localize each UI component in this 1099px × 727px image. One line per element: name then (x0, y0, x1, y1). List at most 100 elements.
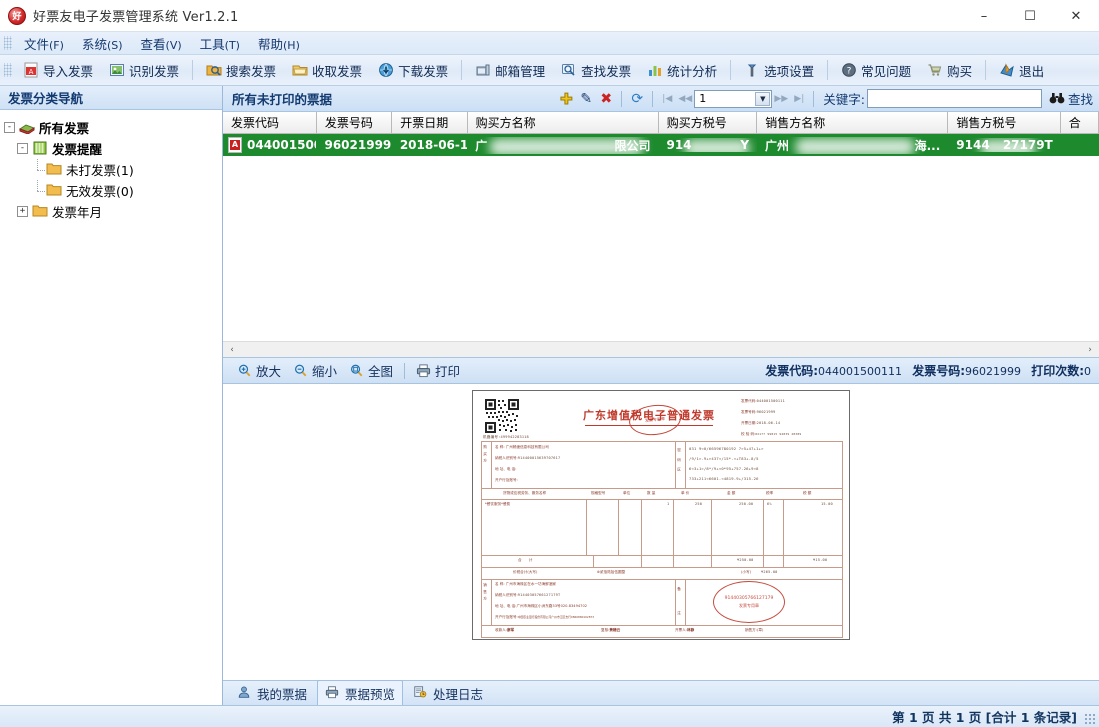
seller-row-addr-label: 地 址、电 话: (495, 604, 517, 608)
expander-icon[interactable]: - (4, 122, 15, 133)
toolbar-recognize-invoice[interactable]: 识别发票 (101, 58, 187, 83)
menu-help[interactable]: 帮助(H) (249, 31, 309, 56)
column-header-buyer-tax-id[interactable]: 购买方税号 (658, 112, 758, 134)
preview-canvas[interactable]: 广东增值税电子普通发票 发票专用章 机器编号:499942283118 发票代码… (223, 384, 1099, 680)
column-header-invoice-code[interactable]: 发票代码 (223, 112, 317, 134)
tab-bill-preview[interactable]: 票据预览 (317, 679, 404, 707)
tree-connector (32, 180, 46, 201)
scroll-right-arrow-icon[interactable]: › (1083, 345, 1097, 355)
toolbar-download-invoice[interactable]: 下载发票 (370, 58, 456, 83)
toolbar-statistics[interactable]: 统计分析 (639, 58, 725, 83)
prev-page-button[interactable]: ◀◀ (676, 90, 694, 108)
table-row[interactable]: 044001500111 96021999 2018-06-14 广 限公司 9… (223, 134, 1099, 156)
seller-row-taxid: 纳税人识别号:91440305766127179T (495, 593, 560, 598)
resize-grip-icon[interactable] (1084, 713, 1096, 725)
cell-buyer-name: 广 限公司 (467, 137, 658, 154)
maximize-button[interactable]: ☐ (1007, 0, 1053, 32)
first-page-button[interactable]: |◀ (658, 90, 676, 108)
column-header-invoice-date[interactable]: 开票日期 (392, 112, 468, 134)
item-col-price: 单 价 (681, 491, 690, 495)
menu-system[interactable]: 系统(S) (73, 31, 132, 56)
toolbar-buy[interactable]: 购买 (919, 58, 980, 83)
invoice-rule (491, 441, 492, 488)
toolbar-import-invoice-label: 导入发票 (43, 63, 94, 79)
minimize-button[interactable]: – (961, 0, 1007, 32)
keyword-input-wrap[interactable] (866, 89, 1042, 108)
chevron-down-icon[interactable]: ▼ (755, 91, 771, 106)
refresh-button[interactable]: ⟳ (627, 89, 647, 109)
zoom-out-button[interactable]: 缩小 (287, 359, 343, 382)
column-header-total[interactable]: 合 (1060, 112, 1099, 134)
column-header-seller-name[interactable]: 销售方名称 (757, 112, 949, 134)
toolbar-mailbox-manage[interactable]: 邮箱管理 (467, 58, 553, 83)
tree-connector (32, 159, 46, 180)
sidebar-item-unprinted-invoices[interactable]: 未打发票(1) (4, 159, 218, 180)
sidebar-item-unprinted-invoices-label: 未打发票(1) (66, 163, 134, 178)
column-header-invoice-number[interactable]: 发票号码 (316, 112, 393, 134)
toolbar-separator (652, 90, 654, 107)
total-label: 合 计 (518, 558, 536, 562)
page-number-combobox[interactable]: 1 ▼ (694, 89, 773, 108)
seller-row-bank: 开户行及账号:中国农业银行股份有限公司广州市江区支行0860880102873 (495, 615, 594, 620)
search-input[interactable] (867, 90, 1041, 107)
cell-invoice-date: 2018-06-14 (399, 138, 468, 152)
sidebar-item-invoice-by-month[interactable]: + 发票年月 (4, 201, 218, 222)
toolbar-find-invoice[interactable]: 查找发票 (553, 58, 639, 83)
toolbar-separator (813, 90, 815, 107)
close-x-icon: ✖ (600, 90, 613, 107)
toolbar-options[interactable]: 选项设置 (736, 58, 822, 83)
toolbar-search-invoice[interactable]: 搜索发票 (198, 58, 284, 83)
sidebar-item-invoice-reminder[interactable]: - 发票提醒 (4, 138, 218, 159)
fit-page-button[interactable]: 全图 (343, 359, 399, 382)
svg-text:?: ? (847, 67, 852, 77)
menu-file[interactable]: 文件(F) (15, 31, 73, 56)
header-field-date-label: 开票日期: (741, 421, 757, 425)
horizontal-scrollbar[interactable]: ‹ › (223, 341, 1099, 357)
tab-process-log[interactable]: 处理日志 (405, 680, 491, 707)
zoom-in-button[interactable]: 放大 (231, 359, 287, 382)
cipher-line-4: 733+211<6601-<4819-9+/315-26 (689, 476, 759, 481)
menu-tools[interactable]: 工具(T) (191, 31, 249, 56)
item-col-amount: 金 额 (727, 491, 736, 495)
next-page-button[interactable]: ▶▶ (772, 90, 790, 108)
last-page-button[interactable]: ▶| (790, 90, 808, 108)
invoice-rule (763, 499, 764, 567)
delete-record-button[interactable]: ✖ (596, 89, 616, 109)
toolbar-exit-label: 退出 (1019, 63, 1045, 79)
sidebar-item-invalid-invoices[interactable]: 无效发票(0) (4, 180, 218, 201)
edit-record-button[interactable]: ✎ (576, 89, 596, 109)
tab-my-bills[interactable]: 我的票据 (229, 680, 315, 707)
list-title: 所有未打印的票据 (232, 92, 333, 107)
close-button[interactable]: ✕ (1053, 0, 1099, 32)
expander-icon[interactable]: + (17, 206, 28, 217)
machine-code-value: 499942283118 (500, 435, 529, 439)
menu-view[interactable]: 查看(V) (132, 31, 191, 56)
menu-view-label: 查看 (140, 36, 166, 52)
toolbar-options-label: 选项设置 (764, 63, 815, 79)
qr-code-icon (485, 399, 519, 433)
menu-tools-key: (T) (224, 38, 240, 52)
toolbar-receive-invoice[interactable]: 收取发票 (284, 58, 370, 83)
column-header-seller-tax-id[interactable]: 销售方税号 (948, 112, 1061, 134)
toolbar-faq[interactable]: ? 常见问题 (833, 58, 919, 83)
pdf-row-icon (228, 137, 242, 153)
seller-row-taxid-label: 纳税人识别号: (495, 593, 518, 597)
add-record-button[interactable]: ✚ (556, 89, 576, 109)
find-button[interactable]: 查找 (1049, 89, 1093, 108)
seller-side-label: 销售方 (483, 583, 488, 603)
toolbar-import-invoice[interactable]: A 导入发票 (15, 58, 101, 83)
expander-icon[interactable]: - (17, 143, 28, 154)
column-header-buyer-name[interactable]: 购买方名称 (467, 112, 659, 134)
invoice-document[interactable]: 广东增值税电子普通发票 发票专用章 机器编号:499942283118 发票代码… (472, 390, 850, 640)
toolbar-search-invoice-label: 搜索发票 (226, 63, 277, 79)
seller-row-taxid-value: 91440305766127179T (517, 593, 561, 597)
buyer-row-name-value: 广州畅速信息科技有限公司 (505, 445, 549, 449)
invoice-rule (641, 499, 642, 567)
header-field-code-label: 发票代码: (741, 399, 757, 403)
scroll-left-arrow-icon[interactable]: ‹ (225, 345, 239, 355)
cell-invoice-code: 044001500111 (223, 137, 316, 153)
print-button[interactable]: 打印 (410, 359, 466, 382)
sidebar-item-all-invoices[interactable]: - 所有发票 (4, 117, 218, 138)
invoice-rule (593, 555, 594, 567)
toolbar-exit[interactable]: 退出 (991, 58, 1052, 83)
